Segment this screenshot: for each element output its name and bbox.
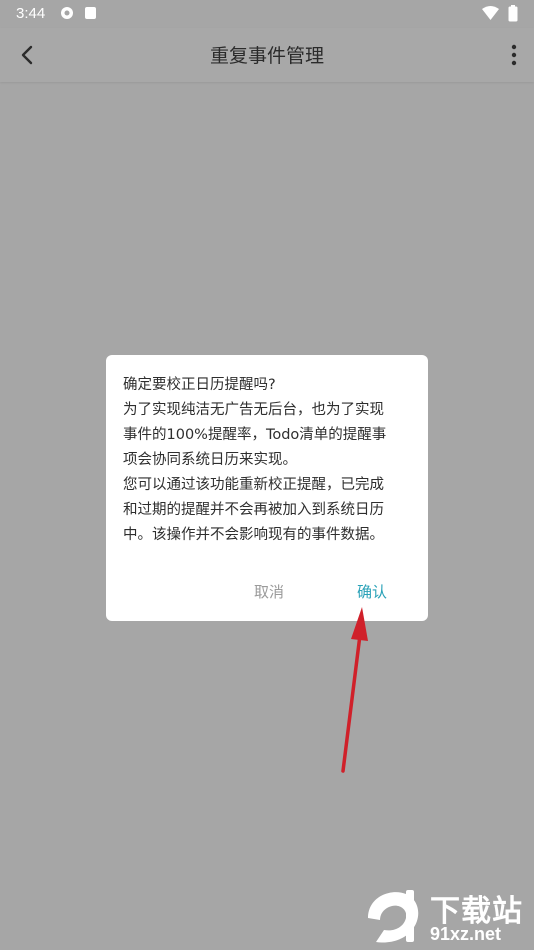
dialog-line: 中。该操作并不会影响现有的事件数据。 [123, 527, 384, 543]
dialog-line: 您可以通过该功能重新校正提醒，已完成 [123, 477, 384, 493]
wifi-icon [482, 6, 499, 20]
dialog-message: 确定要校正日历提醒吗? 为了实现纯洁无广告无后台，也为了实现 事件的100%提醒… [123, 373, 415, 548]
dialog-line: 为了实现纯洁无广告无后台，也为了实现 [123, 402, 384, 418]
dialog-line: 和过期的提醒并不会再被加入到系统日历 [123, 502, 384, 518]
dialog-line: 确定要校正日历提醒吗? [123, 377, 276, 393]
battery-icon [508, 5, 518, 22]
watermark-logo-icon [368, 890, 419, 943]
sync-icon [61, 7, 73, 19]
more-options-icon[interactable] [510, 41, 518, 69]
confirm-dialog: 确定要校正日历提醒吗? 为了实现纯洁无广告无后台，也为了实现 事件的100%提醒… [106, 355, 428, 621]
status-time: 3:44 [16, 5, 46, 22]
status-bar: 3:44 [0, 0, 534, 28]
annotation-arrow [341, 607, 368, 773]
dialog-line: 项会协同系统日历来实现。 [123, 452, 297, 468]
app-notification-icon [85, 7, 96, 19]
cancel-button[interactable]: 取消 [254, 581, 284, 602]
watermark-url: 91xz.net [430, 924, 502, 944]
watermark: 下载站 91xz.net [362, 884, 534, 950]
dialog-line: 事件的100%提醒率，Todo清单的提醒事 [123, 427, 387, 443]
page-title: 重复事件管理 [209, 45, 324, 67]
app-bar: 重复事件管理 [0, 28, 534, 82]
